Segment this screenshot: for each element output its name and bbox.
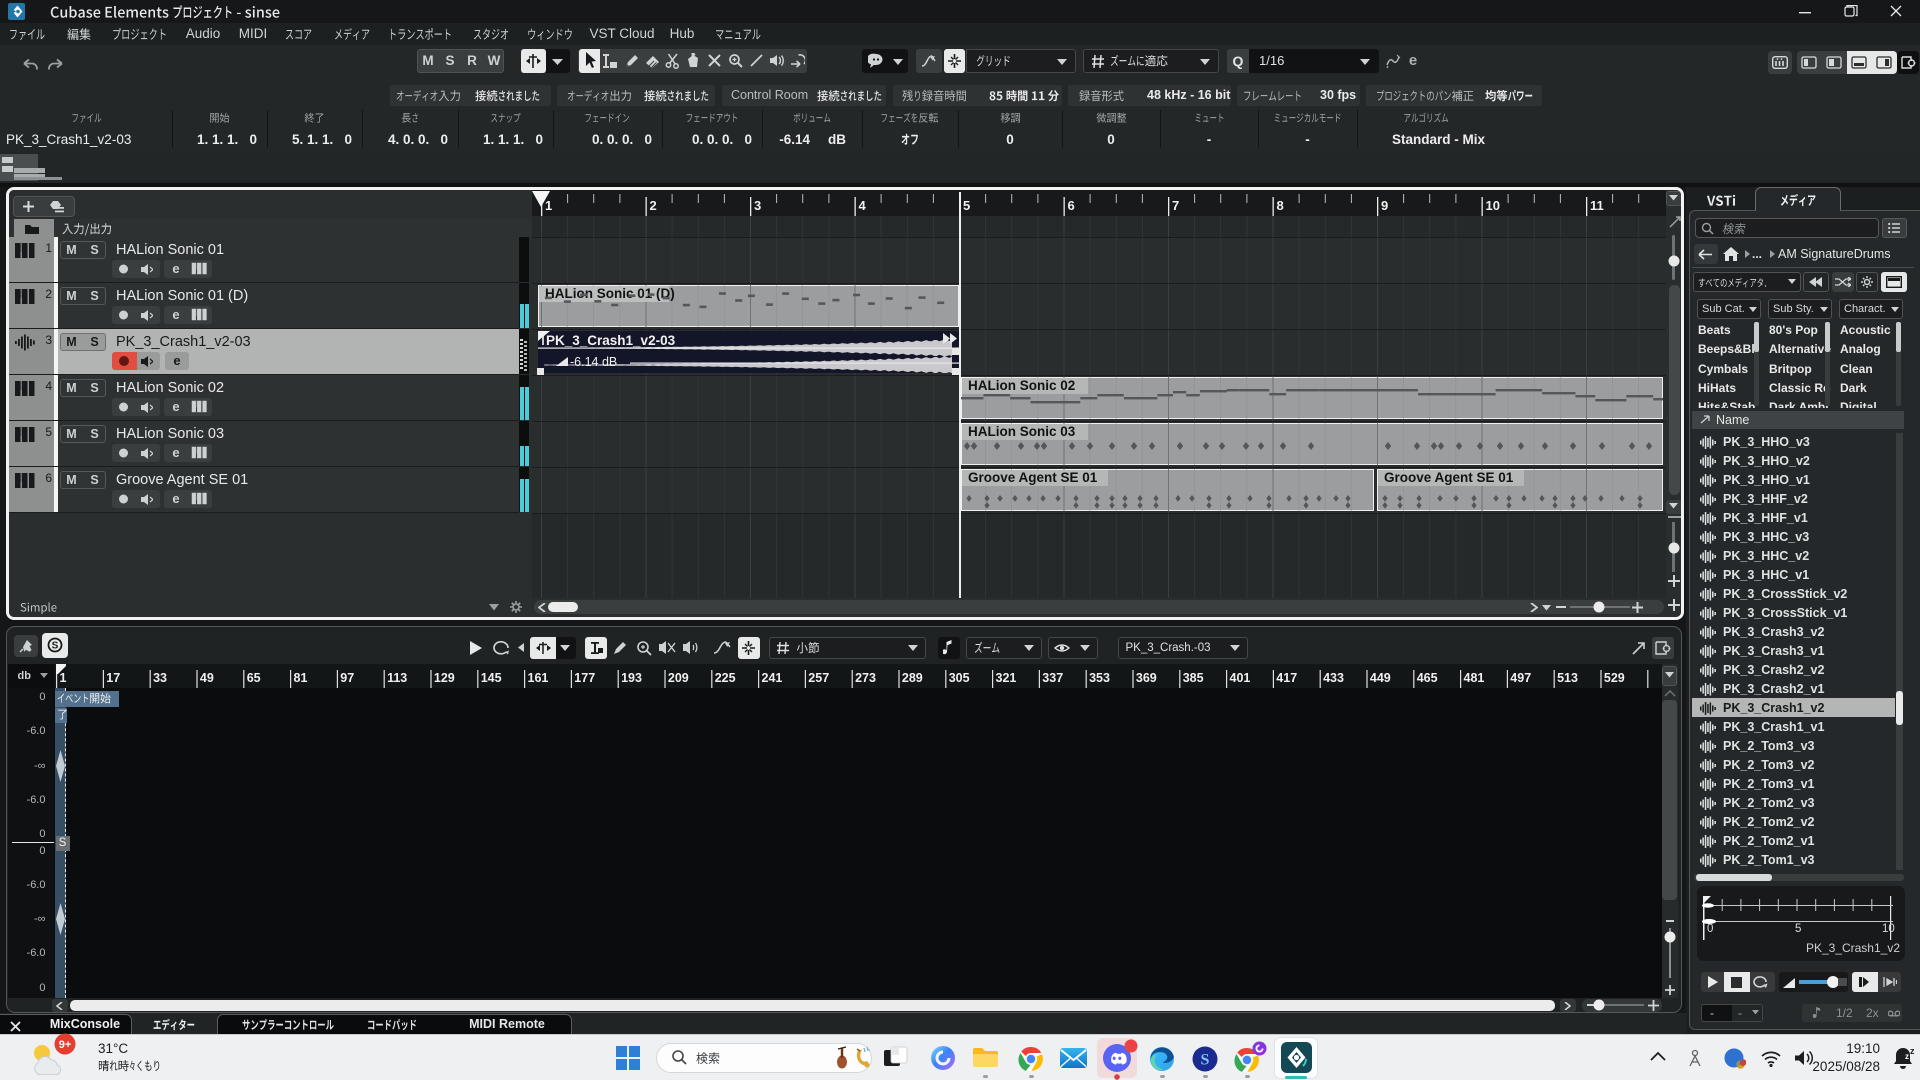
svg-text:S: S: [1201, 1052, 1210, 1069]
svg-text:z: z: [1910, 1046, 1915, 1056]
svg-text:S: S: [51, 640, 58, 651]
svg-text:9+: 9+: [59, 1039, 72, 1051]
svg-text:z: z: [1905, 1052, 1909, 1061]
